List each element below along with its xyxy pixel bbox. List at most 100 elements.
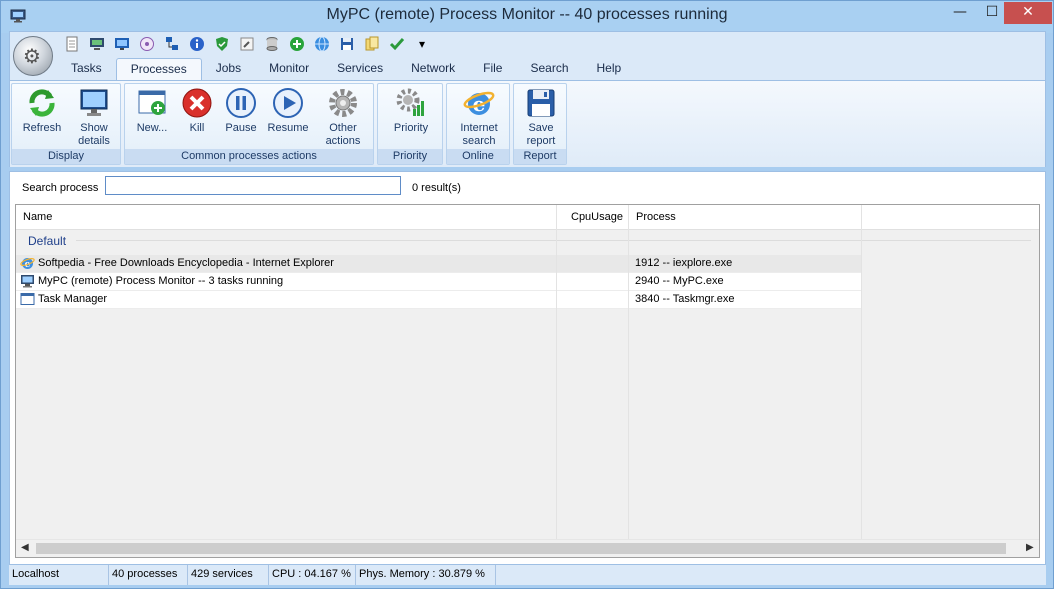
save-icon[interactable] [336, 34, 358, 54]
tab-processes[interactable]: Processes [115, 58, 202, 80]
monitor-icon [77, 86, 111, 120]
app-menu-button[interactable]: ⚙ [13, 36, 53, 76]
result-count: 0 result(s) [412, 182, 461, 194]
computer-icon[interactable] [86, 34, 108, 54]
table-row[interactable]: MyPC (remote) Process Monitor -- 3 tasks… [16, 273, 861, 291]
group-report: Save report Report [513, 83, 567, 165]
tab-help[interactable]: Help [583, 58, 636, 80]
tab-tasks[interactable]: Tasks [57, 58, 116, 80]
new-label: New... [136, 122, 168, 134]
process-name: MyPC (remote) Process Monitor -- 3 tasks… [38, 275, 284, 287]
group-header-default[interactable]: Default [28, 234, 66, 248]
process-id: 3840 -- Taskmgr.exe [635, 293, 735, 305]
column-header-name[interactable]: Name [23, 211, 52, 223]
tab-services[interactable]: Services [323, 58, 397, 80]
quick-access-toolbar: ▾ [61, 34, 433, 54]
internet-explorer-icon: e [462, 86, 496, 120]
process-name: Task Manager [38, 293, 108, 305]
ribbon-tabs: Tasks Processes Jobs Monitor Services Ne… [57, 58, 635, 80]
minimize-button[interactable]: — [945, 2, 975, 24]
status-processes: 40 processes [109, 565, 188, 585]
scroll-right-icon[interactable]: ▶ [1026, 542, 1034, 553]
status-memory: Phys. Memory : 30.879 % [356, 565, 496, 585]
internet-search-label-2: search [462, 135, 496, 147]
play-icon [271, 86, 305, 120]
scrollbar-thumb[interactable] [36, 543, 1006, 554]
pause-label: Pause [225, 122, 257, 134]
add-icon[interactable] [286, 34, 308, 54]
process-name: Softpedia - Free Downloads Encyclopedia … [38, 257, 334, 269]
show-details-label-1: Show [80, 122, 108, 134]
column-divider [628, 229, 629, 539]
group-label-online: Online [447, 149, 509, 164]
kill-button[interactable]: Kill [175, 86, 219, 135]
priority-label: Priority [393, 122, 429, 134]
priority-gear-icon [394, 86, 428, 120]
group-label-common: Common processes actions [125, 149, 373, 164]
tab-search[interactable]: Search [516, 58, 582, 80]
checkmark-icon[interactable] [386, 34, 408, 54]
column-separator[interactable] [628, 205, 629, 229]
show-details-label-2: details [78, 135, 110, 147]
group-priority: Priority Priority [377, 83, 443, 165]
internet-explorer-icon: e [20, 258, 35, 270]
gear-icon: ⚙ [23, 44, 41, 68]
customize-toolbar-button[interactable]: ▾ [411, 34, 433, 54]
folders-icon[interactable] [361, 34, 383, 54]
scroll-left-icon[interactable]: ◀ [21, 542, 29, 553]
database-icon[interactable] [261, 34, 283, 54]
tab-network[interactable]: Network [397, 58, 469, 80]
internet-search-label-1: Internet [460, 122, 498, 134]
other-actions-label-1: Other [329, 122, 357, 134]
internet-search-button[interactable]: e Internet search [451, 86, 507, 148]
column-header-cpuusage[interactable]: CpuUsage [571, 211, 623, 223]
globe-icon[interactable] [311, 34, 333, 54]
gear-icon [326, 86, 360, 120]
window-icon [20, 293, 35, 305]
document-icon[interactable] [61, 34, 83, 54]
column-divider [556, 229, 557, 539]
tab-monitor[interactable]: Monitor [255, 58, 323, 80]
search-label: Search process [22, 182, 99, 194]
priority-button[interactable]: Priority [384, 86, 438, 135]
process-id: 1912 -- iexplore.exe [635, 257, 733, 269]
new-process-button[interactable]: New... [129, 86, 175, 135]
resume-button[interactable]: Resume [263, 86, 313, 135]
column-separator[interactable] [861, 205, 862, 229]
column-header-process[interactable]: Process [636, 211, 676, 223]
close-button[interactable]: ✕ [1004, 2, 1052, 24]
horizontal-scrollbar[interactable]: ◀ ▶ [16, 539, 1039, 557]
shield-icon[interactable] [211, 34, 233, 54]
search-process-input[interactable] [105, 176, 401, 195]
column-separator[interactable] [556, 205, 557, 229]
save-report-button[interactable]: Save report [516, 86, 566, 148]
info-icon[interactable] [186, 34, 208, 54]
wrench-icon[interactable] [236, 34, 258, 54]
refresh-button[interactable]: Refresh [16, 86, 68, 135]
tab-file[interactable]: File [469, 58, 516, 80]
main-content: Search process 0 result(s) Name CpuUsage… [9, 171, 1046, 566]
status-bar: Localhost 40 processes 429 services CPU … [9, 564, 1046, 585]
grid-header: Name CpuUsage Process [16, 205, 1039, 230]
window-title: MyPC (remote) Process Monitor -- 40 proc… [326, 6, 728, 23]
group-label-priority: Priority [378, 149, 442, 164]
resume-label: Resume [267, 122, 309, 134]
other-actions-button[interactable]: Other actions [317, 86, 369, 148]
group-common-actions: New... Kill Pause Resume Other actions C… [124, 83, 374, 165]
table-row[interactable]: Task Manager 3840 -- Taskmgr.exe [16, 291, 861, 309]
monitor-icon[interactable] [111, 34, 133, 54]
save-report-label-1: Save [528, 122, 554, 134]
new-window-icon [135, 86, 169, 120]
kill-icon [180, 86, 214, 120]
table-row[interactable]: e Softpedia - Free Downloads Encyclopedi… [16, 255, 861, 273]
ribbon-panel: Refresh Show details Display New... Kill… [10, 80, 1045, 167]
disc-icon[interactable] [136, 34, 158, 54]
status-services: 429 services [188, 565, 269, 585]
network-icon[interactable] [161, 34, 183, 54]
column-divider [861, 229, 862, 539]
pause-button[interactable]: Pause [219, 86, 263, 135]
show-details-button[interactable]: Show details [68, 86, 120, 148]
tab-jobs[interactable]: Jobs [202, 58, 255, 80]
maximize-button[interactable]: ☐ [977, 2, 1007, 24]
save-report-label-2: report [526, 135, 556, 147]
